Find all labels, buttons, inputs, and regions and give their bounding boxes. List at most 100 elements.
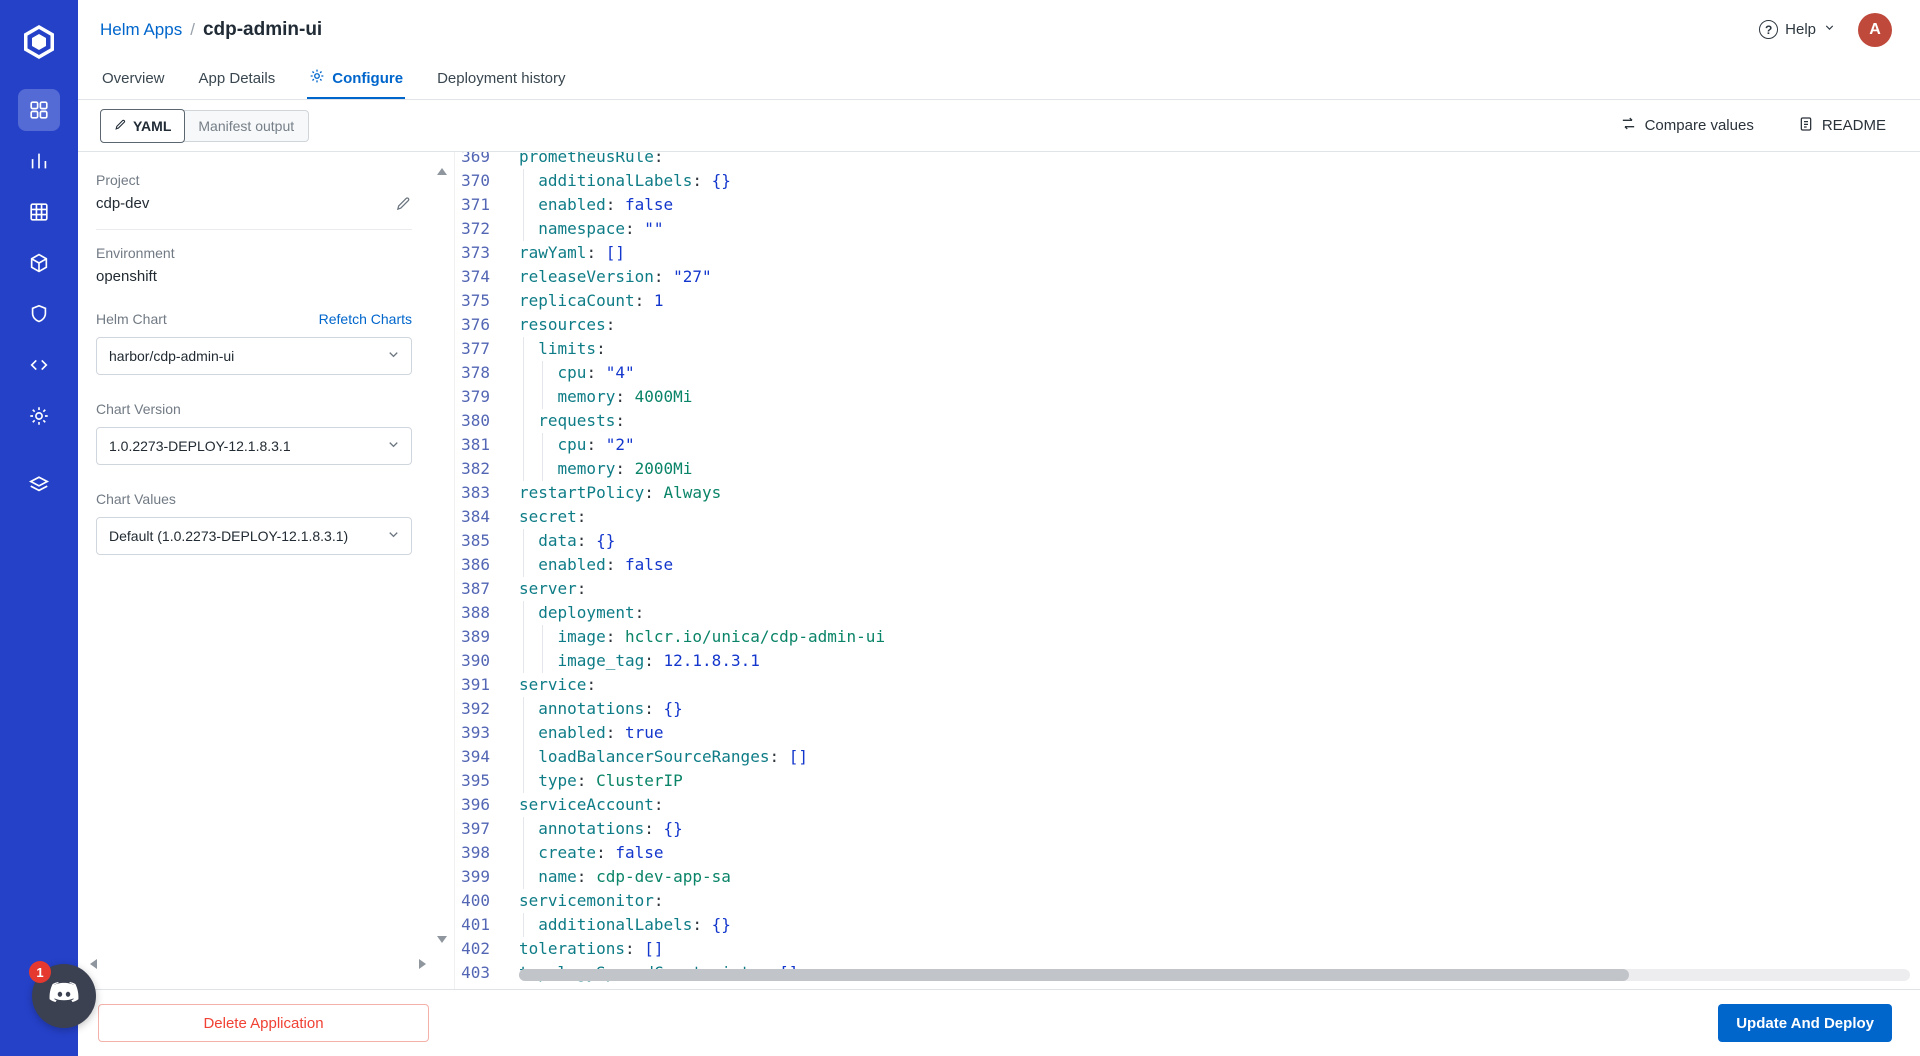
helm-chart-selected-value: harbor/cdp-admin-ui: [109, 348, 235, 364]
editor-horizontal-scrollbar-track[interactable]: [519, 969, 1910, 981]
line-number: 391: [461, 675, 490, 694]
chart-version-selected-value: 1.0.2273-DEPLOY-12.1.8.3.1: [109, 438, 291, 454]
nav-stack-manager[interactable]: [18, 464, 60, 506]
breadcrumb-separator: /: [190, 19, 195, 39]
indent-guide: [542, 457, 544, 481]
app-logo[interactable]: [17, 22, 61, 66]
indent-guide: [542, 385, 544, 409]
indent-guide: [523, 817, 524, 841]
indent-guide: [523, 337, 524, 361]
yaml-editor[interactable]: 369 prometheusRule: 370 additionalLabels: …: [455, 152, 1920, 989]
code-line: 393 enabled: true: [455, 721, 1920, 745]
view-toggle: YAML Manifest output: [100, 108, 310, 143]
chart-values-select[interactable]: Default (1.0.2273-DEPLOY-12.1.8.3.1): [96, 517, 412, 555]
discord-icon: [46, 976, 82, 1017]
nav-applications[interactable]: [18, 89, 60, 131]
line-number: 384: [461, 507, 490, 526]
indent-guide: [523, 865, 524, 889]
editor-horizontal-scrollbar-thumb[interactable]: [519, 969, 1629, 981]
indent-guide: [523, 841, 524, 865]
yaml-toggle-button[interactable]: YAML: [100, 108, 186, 143]
devtron-logo-icon: [19, 22, 59, 67]
indent-guide: [542, 361, 544, 385]
indent-guide: [523, 745, 524, 769]
refetch-charts-link[interactable]: Refetch Charts: [319, 311, 412, 327]
tab-deployment-history[interactable]: Deployment history: [435, 59, 567, 99]
environment-label: Environment: [96, 245, 175, 261]
line-number: 387: [461, 579, 490, 598]
line-number: 383: [461, 483, 490, 502]
top-bar-right: ? Help A: [1759, 12, 1892, 47]
tab-overview[interactable]: Overview: [100, 59, 167, 99]
line-number: 402: [461, 939, 490, 958]
sidebar: [0, 0, 78, 1056]
line-number: 400: [461, 891, 490, 910]
indent-guide: [523, 457, 524, 481]
chevron-down-icon: [386, 347, 401, 365]
compare-values-label: Compare values: [1644, 117, 1754, 134]
code-line: 387 server:: [455, 577, 1920, 601]
nav-security[interactable]: [18, 293, 60, 335]
line-number: 372: [461, 219, 490, 238]
code-line: 394 loadBalancerSourceRanges: []: [455, 745, 1920, 769]
manifest-output-toggle-button[interactable]: Manifest output: [184, 110, 308, 142]
panel-scroll-down-arrow[interactable]: [437, 936, 447, 943]
line-number: 386: [461, 555, 490, 574]
discord-button[interactable]: 1: [29, 961, 96, 1028]
code-line: 396 serviceAccount:: [455, 793, 1920, 817]
panel-scroll-right-arrow[interactable]: [419, 959, 426, 969]
bar-chart-icon: [28, 150, 50, 172]
indent-guide: [523, 721, 524, 745]
delete-application-button[interactable]: Delete Application: [98, 1004, 429, 1042]
indent-guide: [523, 697, 524, 721]
nav-clusters[interactable]: [18, 344, 60, 386]
code-line: 380 requests:: [455, 409, 1920, 433]
chart-version-select[interactable]: 1.0.2273-DEPLOY-12.1.8.3.1: [96, 427, 412, 465]
panel-scroll-left-arrow[interactable]: [90, 959, 97, 969]
compare-values-button[interactable]: Compare values: [1620, 115, 1754, 136]
indent-guide: [523, 169, 524, 193]
config-panel: Project cdp-dev Environment openshift He…: [78, 152, 455, 989]
code-line: 390 image_tag: 12.1.8.3.1: [455, 649, 1920, 673]
shield-icon: [28, 303, 50, 325]
avatar[interactable]: A: [1858, 12, 1892, 47]
sidebar-nav: [18, 80, 60, 506]
edit-project-icon[interactable]: [395, 195, 412, 212]
main-area: Helm Apps / cdp-admin-ui ? Help A Overvi…: [78, 0, 1920, 1056]
tab-overview-label: Overview: [102, 69, 165, 87]
helm-chart-select[interactable]: harbor/cdp-admin-ui: [96, 337, 412, 375]
tab-app-details[interactable]: App Details: [197, 59, 278, 99]
editor-lines: 369 prometheusRule: 370 additionalLabels: …: [455, 152, 1920, 985]
tab-configure-label: Configure: [332, 69, 404, 87]
chart-values-label: Chart Values: [96, 491, 176, 507]
nav-global-config[interactable]: [18, 395, 60, 437]
breadcrumb-helm-apps-link[interactable]: Helm Apps: [100, 20, 182, 40]
indent-guide: [523, 553, 524, 577]
nav-jobs[interactable]: [18, 140, 60, 182]
nav-application-groups[interactable]: [18, 191, 60, 233]
code-line: 375 replicaCount: 1: [455, 289, 1920, 313]
code-line: 401 additionalLabels: {}: [455, 913, 1920, 937]
readme-button[interactable]: README: [1798, 116, 1886, 136]
tab-deployment-history-label: Deployment history: [437, 69, 566, 87]
line-number: 380: [461, 411, 490, 430]
apps-grid-icon: [28, 99, 50, 121]
line-number: 394: [461, 747, 490, 766]
line-number: 392: [461, 699, 490, 718]
breadcrumb-current-app: cdp-admin-ui: [202, 18, 323, 40]
line-number: 389: [461, 627, 490, 646]
help-label: Help: [1785, 21, 1816, 38]
code-line: 400 servicemonitor:: [455, 889, 1920, 913]
code-line: 383 restartPolicy: Always: [455, 481, 1920, 505]
tab-configure[interactable]: Configure: [307, 59, 406, 99]
indent-guide: [542, 433, 544, 457]
code-line: 399 name: cdp-dev-app-sa: [455, 865, 1920, 889]
code-line: 385 data: {}: [455, 529, 1920, 553]
indent-guide: [523, 601, 524, 625]
update-and-deploy-button[interactable]: Update And Deploy: [1718, 1004, 1892, 1042]
nav-chart-store[interactable]: [18, 242, 60, 284]
code-line: 391 service:: [455, 673, 1920, 697]
panel-scroll-up-arrow[interactable]: [437, 168, 447, 175]
cube-icon: [28, 252, 50, 274]
help-menu[interactable]: ? Help: [1759, 20, 1836, 39]
